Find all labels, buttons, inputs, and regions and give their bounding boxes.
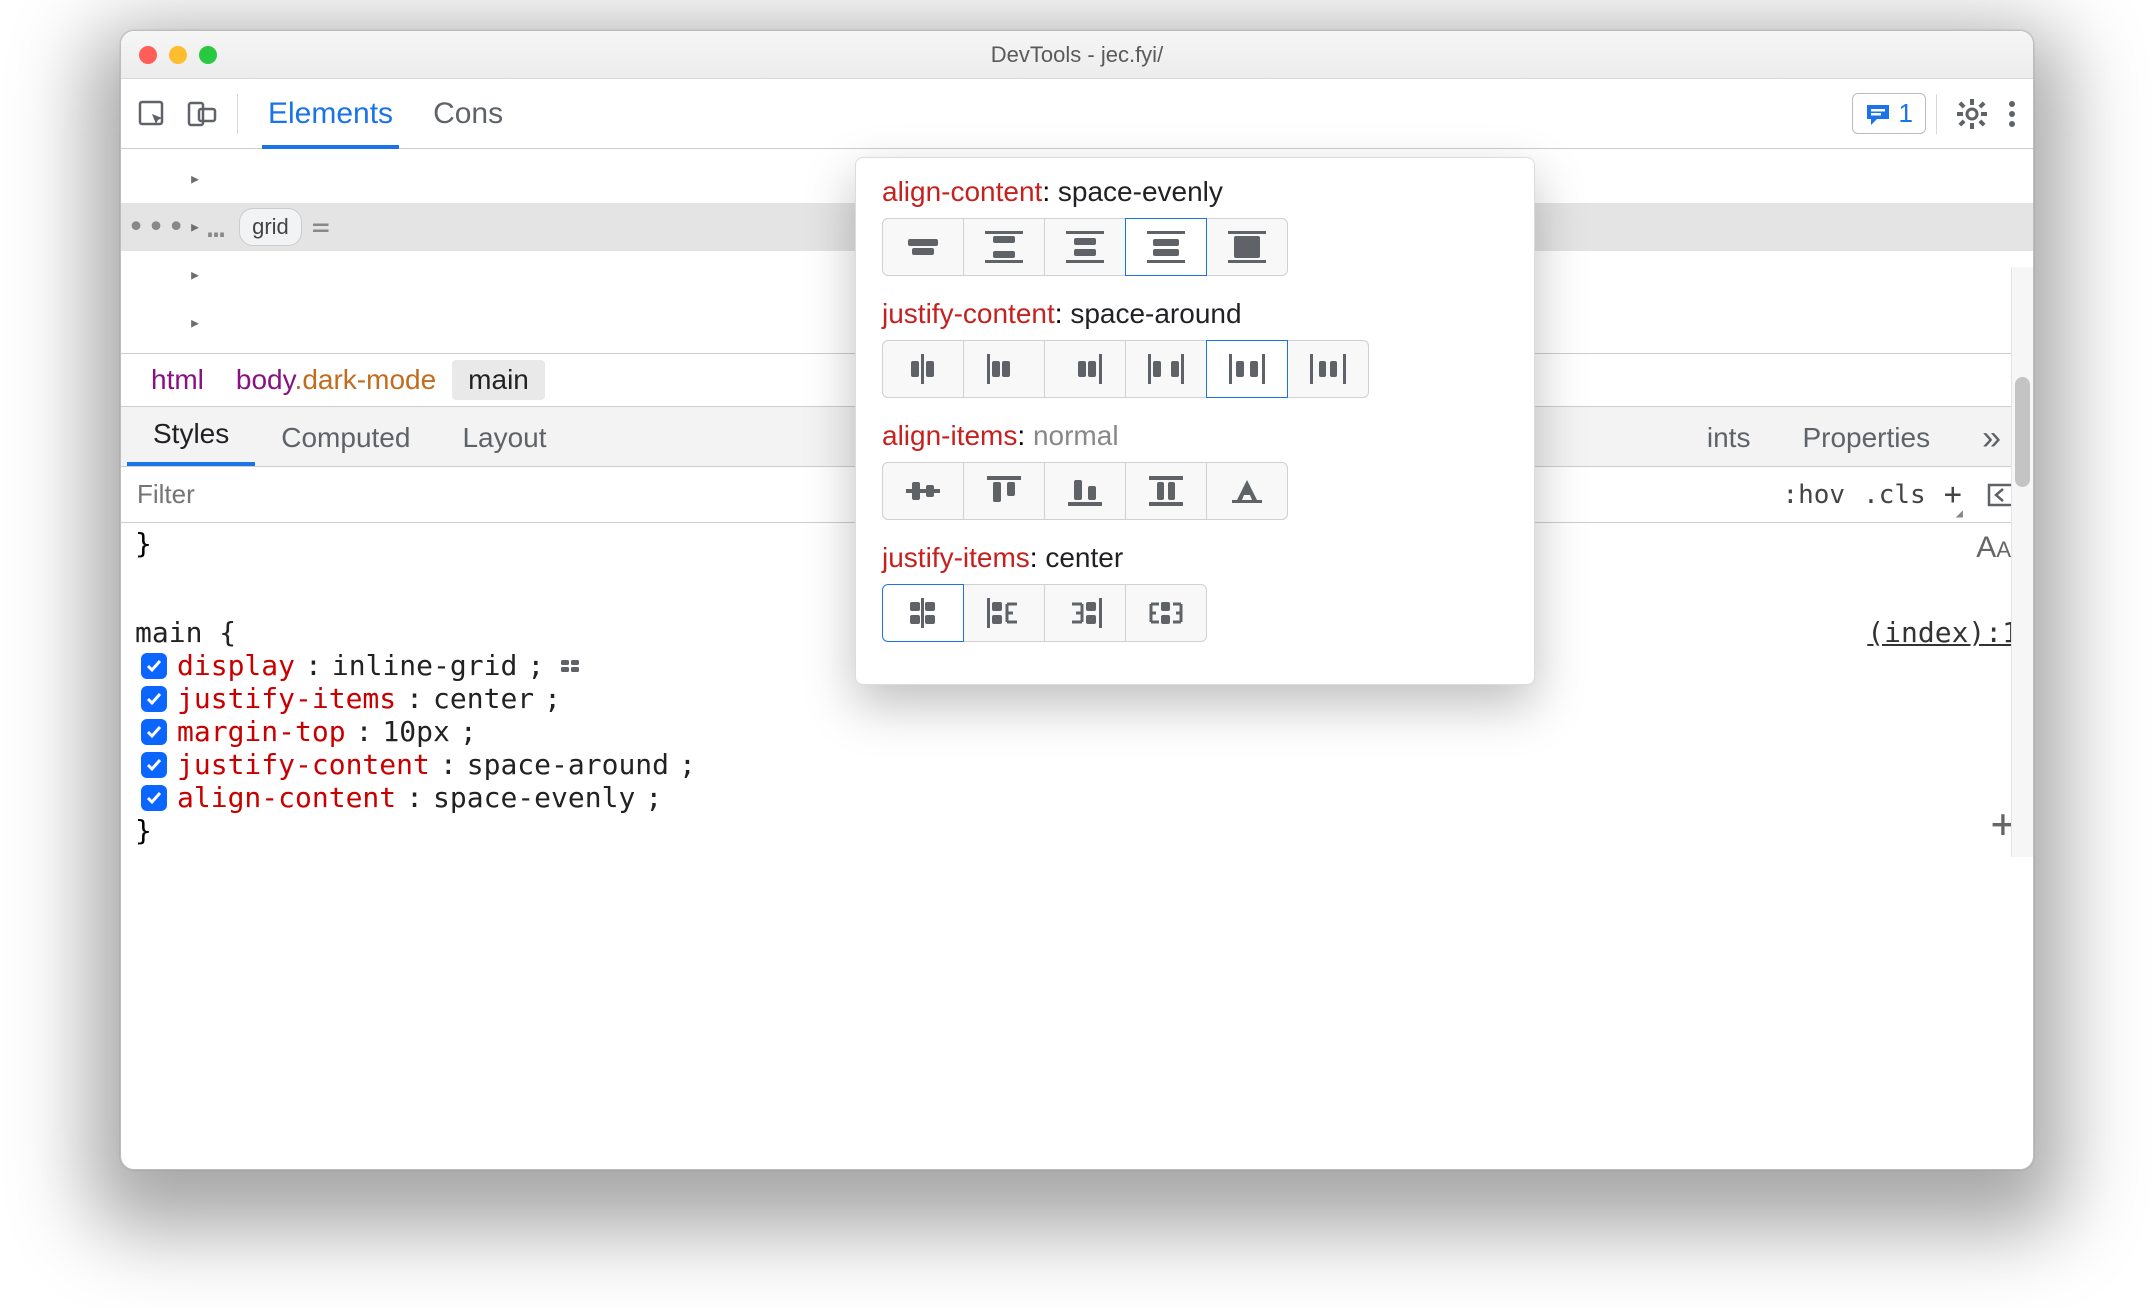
ac-evenly-option[interactable] bbox=[1125, 218, 1207, 276]
toggle-declaration-checkbox[interactable] bbox=[141, 719, 167, 745]
tab-console[interactable]: Cons bbox=[413, 79, 523, 148]
toggle-declaration-checkbox[interactable] bbox=[141, 686, 167, 712]
jc-around-option[interactable] bbox=[1206, 340, 1288, 398]
toggle-declaration-checkbox[interactable] bbox=[141, 653, 167, 679]
breadcrumb-item[interactable]: body.dark-mode bbox=[220, 360, 452, 400]
ac-around-option[interactable] bbox=[1044, 218, 1126, 276]
editor-label: align-content: space-evenly bbox=[882, 176, 1508, 208]
disclosure-triangle-icon[interactable]: ▸ bbox=[189, 163, 201, 193]
ji-center-option[interactable] bbox=[882, 584, 964, 642]
source-link[interactable]: (index):1 bbox=[1867, 616, 2019, 649]
grid-editor-popover: align-content: space-evenly justify-conte… bbox=[855, 157, 1535, 685]
subtab-computed[interactable]: Computed bbox=[255, 422, 436, 466]
settings-gear-icon[interactable] bbox=[1947, 89, 1997, 139]
font-scale-icon[interactable]: AA bbox=[1976, 531, 2011, 565]
subtab-styles[interactable]: Styles bbox=[127, 418, 255, 466]
issues-badge[interactable]: 1 bbox=[1852, 93, 1926, 134]
subtab-properties[interactable]: Properties bbox=[1776, 422, 1956, 466]
jc-end-option[interactable] bbox=[1044, 340, 1126, 398]
toggle-declaration-checkbox[interactable] bbox=[141, 752, 167, 778]
disclosure-triangle-icon[interactable]: ▸ bbox=[189, 259, 201, 289]
devtools-window: DevTools - jec.fyi/ Elements Cons 1 ▸</s… bbox=[120, 30, 2034, 1170]
jc-evenly-option[interactable] bbox=[1287, 340, 1369, 398]
message-icon bbox=[1865, 103, 1891, 125]
breadcrumb-item[interactable]: main bbox=[452, 360, 545, 400]
css-declaration[interactable]: justify-items: center; bbox=[141, 682, 2019, 715]
expand-ellipsis-icon[interactable]: ••• bbox=[127, 205, 187, 250]
ai-start-option[interactable] bbox=[963, 462, 1045, 520]
ai-end-option[interactable] bbox=[1044, 462, 1126, 520]
layout-badge[interactable]: grid bbox=[239, 208, 302, 246]
editor-label: justify-content: space-around bbox=[882, 298, 1508, 330]
editor-row-justify-content: justify-content: space-around bbox=[882, 298, 1508, 398]
ac-center-option[interactable] bbox=[882, 218, 964, 276]
breadcrumb-item[interactable]: html bbox=[135, 360, 220, 400]
ai-center-option[interactable] bbox=[882, 462, 964, 520]
editor-row-align-items: align-items: normal bbox=[882, 420, 1508, 520]
disclosure-triangle-icon[interactable]: ▸ bbox=[189, 307, 201, 337]
css-declaration[interactable]: align-content: space-evenly; bbox=[141, 781, 2019, 814]
tab-label: Elements bbox=[268, 97, 393, 131]
scrollbar[interactable] bbox=[2011, 267, 2033, 857]
css-declaration[interactable]: margin-top: 10px; bbox=[141, 715, 2019, 748]
jc-between-option[interactable] bbox=[1125, 340, 1207, 398]
disclosure-triangle-icon[interactable]: ▸ bbox=[189, 211, 201, 241]
css-declaration[interactable]: justify-content: space-around; bbox=[141, 748, 2019, 781]
ai-baseline-option[interactable] bbox=[1206, 462, 1288, 520]
rule-close-brace: } bbox=[135, 814, 2019, 847]
titlebar: DevTools - jec.fyi/ bbox=[121, 31, 2033, 79]
window-title: DevTools - jec.fyi/ bbox=[121, 42, 2033, 68]
ai-stretch-option[interactable] bbox=[1125, 462, 1207, 520]
main-toolbar: Elements Cons 1 bbox=[121, 79, 2033, 149]
editor-row-align-content: align-content: space-evenly bbox=[882, 176, 1508, 276]
toggle-declaration-checkbox[interactable] bbox=[141, 785, 167, 811]
editor-label: justify-items: center bbox=[882, 542, 1508, 574]
jc-center-option[interactable] bbox=[882, 340, 964, 398]
ac-stretch-option[interactable] bbox=[1206, 218, 1288, 276]
open-grid-editor-icon[interactable] bbox=[560, 659, 580, 673]
ji-stretch-option[interactable] bbox=[1125, 584, 1207, 642]
hov-toggle[interactable]: :hov bbox=[1782, 480, 1845, 510]
ji-start-option[interactable] bbox=[963, 584, 1045, 642]
device-toolbar-icon[interactable] bbox=[177, 89, 227, 139]
ji-end-option[interactable] bbox=[1044, 584, 1126, 642]
inspect-element-icon[interactable] bbox=[127, 89, 177, 139]
editor-label: align-items: normal bbox=[882, 420, 1508, 452]
separator bbox=[1936, 94, 1937, 134]
ac-between-option[interactable] bbox=[963, 218, 1045, 276]
kebab-menu-icon[interactable] bbox=[1997, 89, 2027, 139]
subtab-ints[interactable]: ints bbox=[1681, 422, 1777, 466]
issues-count: 1 bbox=[1899, 98, 1913, 129]
tab-elements[interactable]: Elements bbox=[248, 79, 413, 148]
subtab-layout[interactable]: Layout bbox=[436, 422, 572, 466]
separator bbox=[237, 94, 238, 134]
tab-label: Cons bbox=[433, 97, 503, 131]
jc-start-option[interactable] bbox=[963, 340, 1045, 398]
cls-toggle[interactable]: .cls bbox=[1863, 480, 1926, 510]
editor-row-justify-items: justify-items: center bbox=[882, 542, 1508, 642]
